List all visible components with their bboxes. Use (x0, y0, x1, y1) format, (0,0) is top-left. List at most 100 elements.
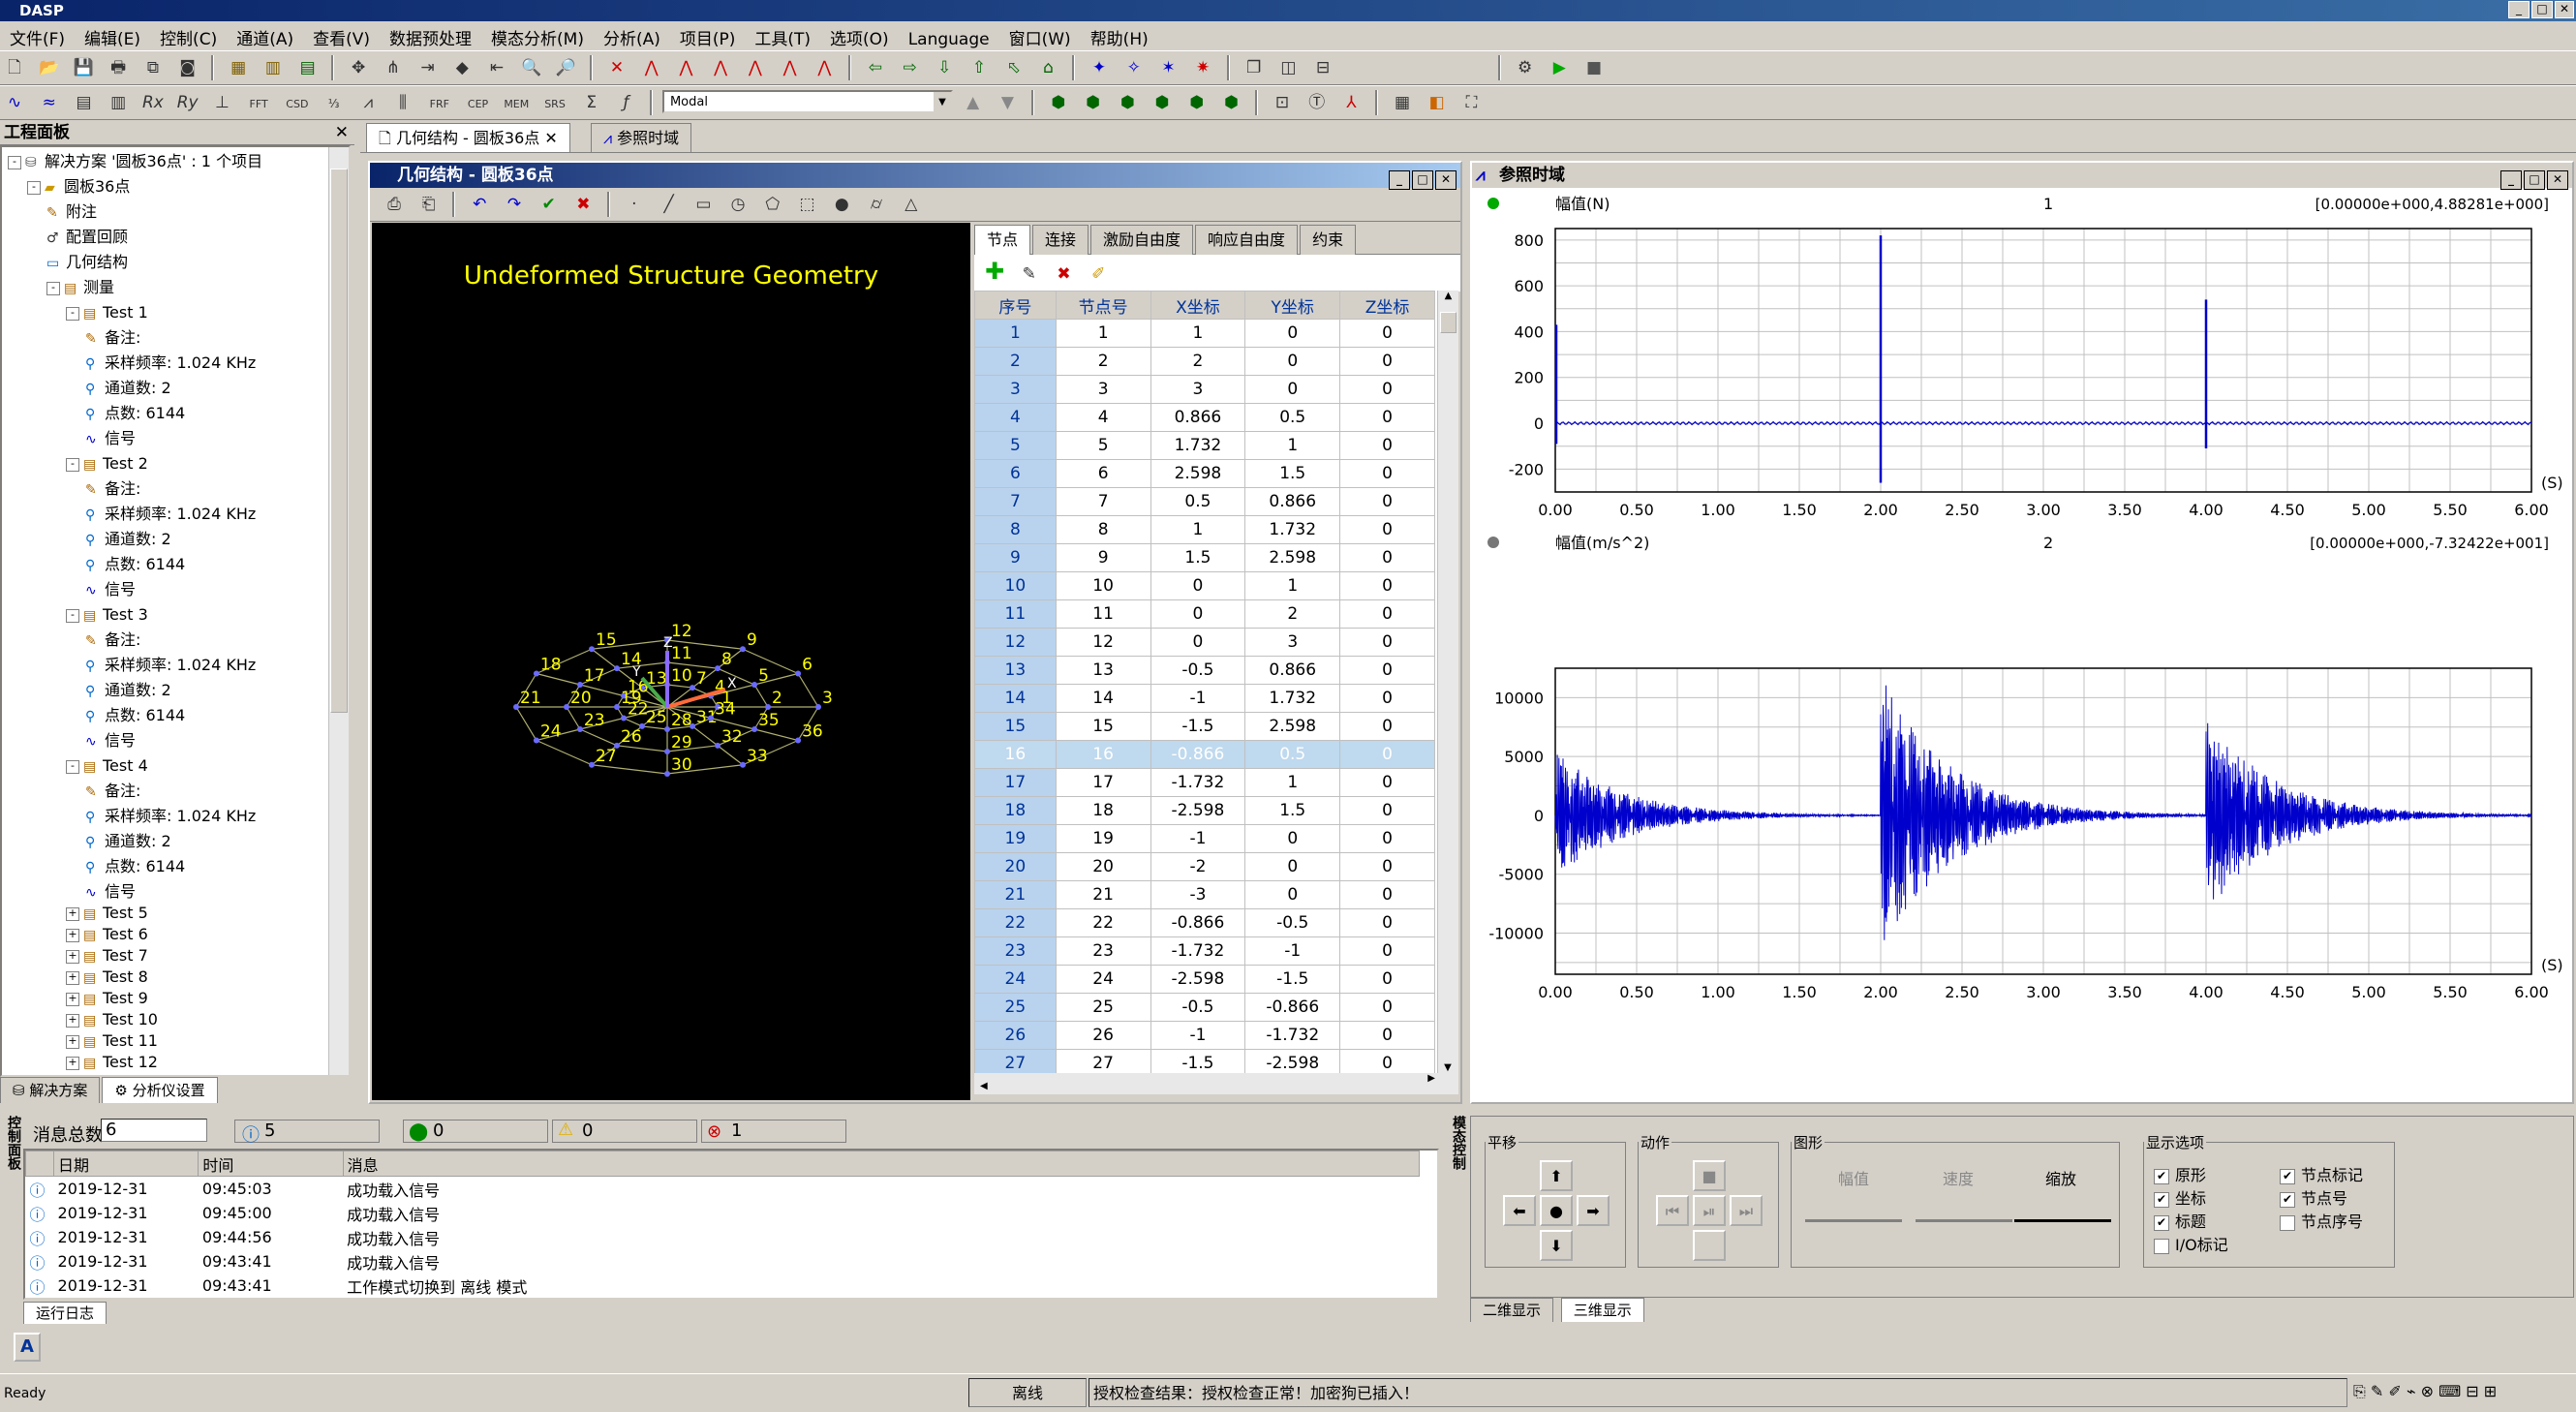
menu-item-12[interactable]: 窗口(W) (999, 21, 1081, 49)
table-cell[interactable]: 6 (1055, 459, 1151, 488)
table-cell[interactable]: 8 (974, 515, 1057, 544)
arrow-up-icon[interactable]: ⇧ (966, 55, 992, 80)
window-cascade-icon[interactable]: ❐ (1242, 55, 1267, 80)
expand-icon[interactable]: + (66, 906, 79, 921)
table-cell[interactable]: 1 (974, 319, 1057, 348)
tree-test[interactable]: + ▤ Test 10 (66, 1009, 158, 1030)
play-pause-button[interactable]: ⏯ (1693, 1195, 1726, 1226)
fft-button[interactable]: FFT (244, 92, 273, 117)
table-cell[interactable]: 15 (1055, 712, 1151, 741)
waveform-icon[interactable]: ∿ (2, 90, 27, 115)
delete-node-icon[interactable]: ✖ (1051, 261, 1076, 287)
table-cell[interactable]: 4 (974, 403, 1057, 432)
tool-c-icon[interactable]: ✶ (1155, 55, 1181, 80)
collapse-icon[interactable]: - (66, 759, 79, 774)
table-cell[interactable]: 17 (1055, 768, 1151, 797)
scale-slider[interactable] (2014, 1201, 2111, 1222)
layout-split-icon[interactable]: ▥ (261, 55, 286, 80)
table-cell[interactable]: 7 (1055, 487, 1151, 516)
tab-3d-display[interactable]: 三维显示 (1560, 1298, 1644, 1322)
tree-test[interactable]: - ▤ Test 3 (66, 604, 148, 626)
mode-cube-3-icon[interactable]: ⬢ (1115, 90, 1140, 115)
table-cell[interactable]: -1 (1150, 684, 1246, 713)
table-row[interactable]: 19 19 -1 0 0 (974, 824, 1435, 853)
table-cell[interactable]: 1.5 (1244, 796, 1341, 825)
expand-icon[interactable]: + (66, 928, 79, 942)
table-row[interactable]: 8 8 1 1.732 0 (974, 515, 1435, 544)
window-tile-v-icon[interactable]: ◫ (1275, 55, 1301, 80)
accept-icon[interactable]: ✔ (537, 192, 562, 217)
table-cell[interactable]: 27 (1055, 1049, 1151, 1073)
mode-cube-6-icon[interactable]: ⬢ (1219, 90, 1244, 115)
bar-chart-icon[interactable]: ▥ (106, 90, 131, 115)
close-panel-icon[interactable]: ✕ (335, 120, 349, 145)
layout-grid-icon[interactable]: ▦ (226, 55, 251, 80)
tree-root[interactable]: - ⛁ 解决方案 '圆板36点' : 1 个项目 (8, 151, 262, 172)
column-header[interactable]: 节点号 (1055, 291, 1151, 320)
modal-combo[interactable]: Modal ▼ (661, 90, 953, 113)
table-cell[interactable]: -3 (1150, 880, 1246, 909)
tree-test[interactable]: - ▤ Test 2 (66, 453, 148, 475)
table-cell[interactable]: 22 (974, 908, 1057, 937)
reject-icon[interactable]: ✖ (570, 192, 596, 217)
tree-geometry[interactable]: ▭ 几何结构 (46, 252, 128, 273)
table-cell[interactable]: 0.866 (1150, 403, 1246, 432)
timeview-charts[interactable]: 幅值(N) 1 [0.00000e+000,4.88281e+000] 0.00 0.5… (1472, 190, 2572, 1102)
table-row[interactable]: 12 12 0 3 0 (974, 628, 1435, 657)
undo-icon[interactable]: ↶ (467, 192, 492, 217)
tree-test[interactable]: - ▤ Test 1 (66, 302, 148, 323)
mode-cube-1-icon[interactable]: ⬢ (1046, 90, 1071, 115)
table-cell[interactable]: 1 (1244, 571, 1341, 600)
table-cell[interactable]: 0 (1339, 571, 1435, 600)
arrow-home-icon[interactable]: ⌂ (1036, 55, 1061, 80)
table-cell[interactable]: 12 (974, 628, 1057, 657)
table-cell[interactable]: 1.732 (1150, 431, 1246, 460)
warning-count[interactable]: 0 (552, 1120, 697, 1143)
next-frame-button[interactable]: ⏭ (1730, 1195, 1763, 1226)
table-row[interactable]: 6 6 2.598 1.5 0 (974, 459, 1435, 488)
color-icon[interactable]: ◧ (1425, 90, 1450, 115)
rxy-icon[interactable]: Ry (175, 90, 200, 115)
collapse-icon[interactable]: - (27, 180, 41, 195)
table-cell[interactable]: 0 (1339, 965, 1435, 994)
open-folder-icon[interactable]: 📂 (37, 55, 62, 80)
function-icon[interactable]: ƒ (613, 90, 638, 115)
checkbox-checked[interactable]: ✔ (2154, 1168, 2169, 1184)
checkbox-checked[interactable]: ✔ (2280, 1191, 2295, 1208)
tree-test-channels[interactable]: ⚲ 通道数: 2 (85, 378, 171, 399)
geometry-tab-0[interactable]: 节点 (974, 225, 1031, 255)
add-node-icon[interactable]: ✚ (982, 259, 1007, 284)
table-cell[interactable]: 0 (1244, 375, 1341, 404)
table-cell[interactable]: 0 (1339, 628, 1435, 657)
expand-icon[interactable]: + (66, 970, 79, 985)
arrow-right-icon[interactable]: ⇨ (898, 55, 923, 80)
cone-icon[interactable]: △ (899, 192, 924, 217)
table-cell[interactable]: 2 (974, 347, 1057, 376)
collapse-icon[interactable]: - (66, 608, 79, 623)
checkbox-checked[interactable]: ✔ (2280, 1168, 2295, 1184)
table-cell[interactable]: 1 (1244, 431, 1341, 460)
table-cell[interactable]: 0 (1244, 347, 1341, 376)
table-cell[interactable]: 27 (974, 1049, 1057, 1073)
log-row[interactable]: ⓘ 2019-12-31 09:45:03 成功载入信号 (26, 1177, 1420, 1202)
table-cell[interactable]: 0.5 (1150, 487, 1246, 516)
tree-test[interactable]: + ▤ Test 9 (66, 988, 148, 1009)
table-cell[interactable]: -1 (1244, 936, 1341, 966)
scroll-thumb[interactable] (1440, 312, 1457, 333)
table-cell[interactable]: 15 (974, 712, 1057, 741)
chart-panel-2[interactable]: 幅值(m/s^2) 2 [0.00000e+000,-7.32422e+001] 0.… (1487, 534, 2563, 1001)
table-cell[interactable]: -0.866 (1150, 908, 1246, 937)
cep-button[interactable]: CEP (464, 92, 493, 117)
expand-icon[interactable]: + (66, 1056, 79, 1070)
tree-test[interactable]: + ▤ Test 11 (66, 1030, 158, 1052)
table-cell[interactable]: 1 (1150, 515, 1246, 544)
log-row[interactable]: ⓘ 2019-12-31 09:45:00 成功载入信号 (26, 1201, 1420, 1225)
table-cell[interactable]: -0.866 (1244, 993, 1341, 1022)
tab-run-log[interactable]: 运行日志 (23, 1302, 107, 1324)
arrow-down-icon[interactable]: ⇩ (932, 55, 957, 80)
table-cell[interactable]: 0 (1339, 993, 1435, 1022)
collapse-icon[interactable]: - (66, 306, 79, 321)
table-cell[interactable]: 9 (1055, 543, 1151, 572)
table-cell[interactable]: -2.598 (1150, 965, 1246, 994)
redo-icon[interactable]: ↷ (502, 192, 527, 217)
